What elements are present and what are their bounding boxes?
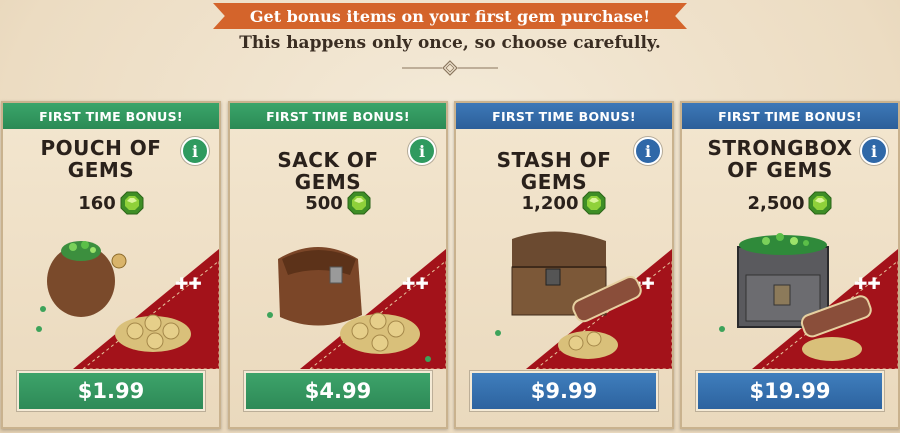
gem-chest-icon: ✚✚ (495, 231, 672, 369)
offer-card-sack[interactable]: FIRST TIME BONUS! SACK OF GEMS i 500 ✚✚ … (228, 101, 448, 429)
svg-text:✚✚: ✚✚ (854, 274, 881, 293)
gem-pouch-icon: ✚✚ (36, 241, 219, 369)
gem-icon (808, 191, 832, 215)
gem-amount: 2,500 (747, 192, 805, 214)
info-icon[interactable]: i (181, 137, 209, 165)
price-button[interactable]: $1.99 (17, 371, 205, 411)
info-icon[interactable]: i (860, 137, 888, 165)
gem-sack-icon: ✚✚ (267, 247, 446, 369)
gem-strongbox-icon: ✚✚ (719, 233, 898, 369)
first-time-bonus-ribbon: FIRST TIME BONUS! (456, 103, 672, 129)
gem-amount: 160 (78, 192, 116, 214)
offer-title: POUCH OF GEMS (40, 136, 162, 182)
gem-amount: 500 (305, 192, 343, 214)
price-button[interactable]: $4.99 (244, 371, 432, 411)
info-icon[interactable]: i (634, 137, 662, 165)
first-time-bonus-ribbon: FIRST TIME BONUS! (230, 103, 446, 129)
offer-title: SACK OF GEMS (277, 148, 379, 194)
svg-text:✚✚: ✚✚ (175, 274, 202, 293)
offer-title: STRONGBOX OF GEMS (707, 136, 853, 182)
gem-icon (582, 191, 606, 215)
gem-amount-row: 160 (3, 191, 219, 215)
subtitle-text: This happens only once, so choose carefu… (239, 33, 661, 53)
ornament-divider (402, 60, 498, 76)
gem-amount-row: 2,500 (682, 191, 898, 215)
first-time-bonus-ribbon: FIRST TIME BONUS! (682, 103, 898, 129)
offer-title: STASH OF GEMS (496, 148, 612, 194)
gem-icon (347, 191, 371, 215)
offer-card-strongbox[interactable]: FIRST TIME BONUS! STRONGBOX OF GEMS i 2,… (680, 101, 900, 429)
first-time-bonus-ribbon: FIRST TIME BONUS! (3, 103, 219, 129)
svg-text:✚✚: ✚✚ (402, 274, 429, 293)
gem-amount-row: 500 (230, 191, 446, 215)
info-icon[interactable]: i (408, 137, 436, 165)
gem-amount-row: 1,200 (456, 191, 672, 215)
gem-icon (120, 191, 144, 215)
price-button[interactable]: $19.99 (696, 371, 884, 411)
gem-amount: 1,200 (521, 192, 579, 214)
offer-card-stash[interactable]: FIRST TIME BONUS! STASH OF GEMS i 1,200 … (454, 101, 674, 429)
price-button[interactable]: $9.99 (470, 371, 658, 411)
offer-card-pouch[interactable]: FIRST TIME BONUS! POUCH OF GEMS i 160 ✚✚… (1, 101, 221, 429)
bonus-banner: Get bonus items on your first gem purcha… (213, 3, 687, 29)
